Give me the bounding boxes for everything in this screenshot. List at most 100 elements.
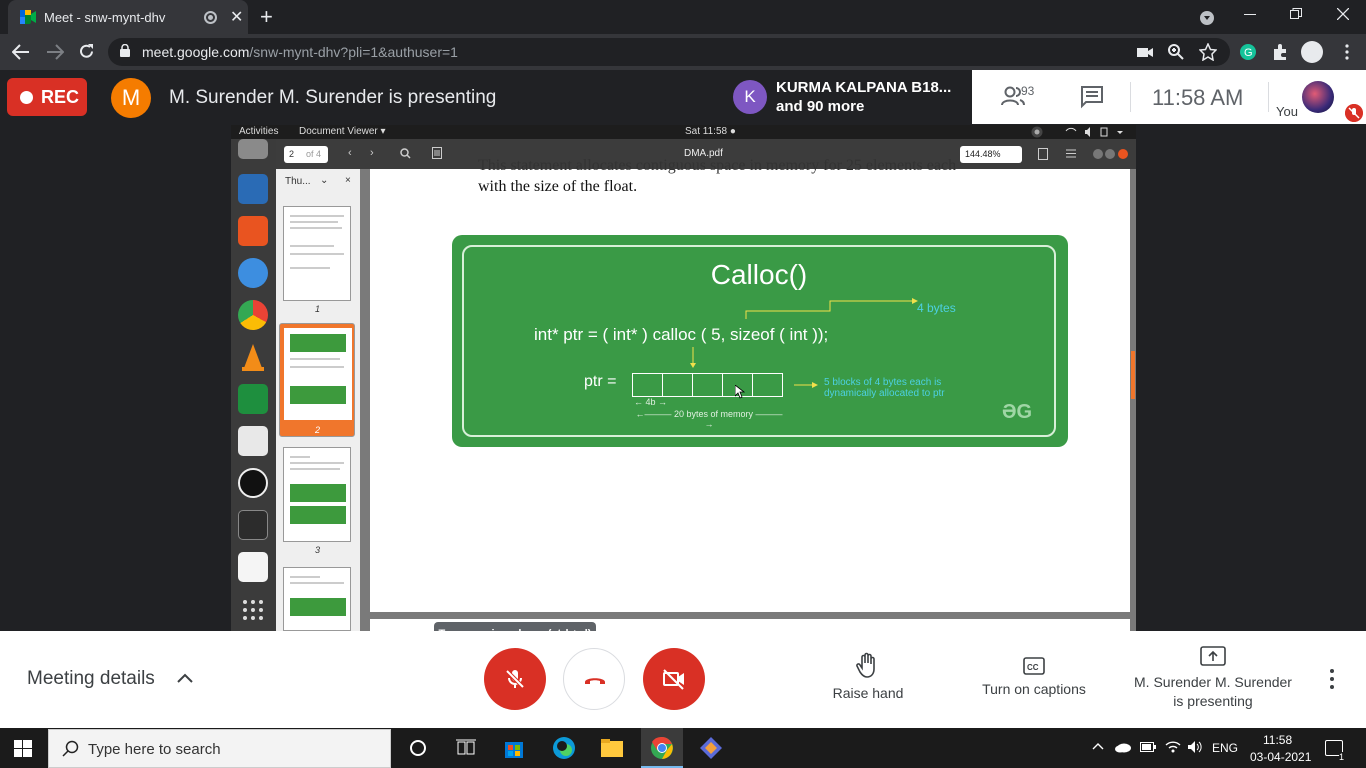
input-language[interactable]: ENG — [1212, 741, 1238, 755]
camera-blocked-icon[interactable] — [1136, 43, 1154, 61]
dock-show-apps-icon[interactable] — [238, 595, 268, 625]
allocation-note-line: 5 blocks of 4 bytes each is — [824, 377, 942, 388]
dock-software-center-icon[interactable] — [238, 216, 268, 246]
self-avatar[interactable] — [1302, 81, 1334, 113]
chevron-down-icon[interactable]: ⌄ — [320, 175, 328, 186]
tab-title: Meet - snw-mynt-dhv — [44, 10, 166, 25]
tab-close-button[interactable]: ✕ — [230, 7, 243, 27]
file-explorer-icon[interactable] — [598, 734, 626, 762]
page-text-line: with the size of the float. — [478, 178, 638, 195]
zoom-select[interactable]: 144.48% — [960, 146, 1022, 163]
system-date[interactable]: 03-04-2021 — [1250, 750, 1311, 764]
dock-text-editor-icon[interactable] — [238, 552, 268, 582]
browser-menu-icon[interactable] — [1338, 43, 1356, 61]
presenter-avatar: M — [111, 78, 151, 118]
browser-tab-meet[interactable]: Meet - snw-mynt-dhv ✕ — [8, 0, 248, 34]
dock-terminal-icon[interactable] — [238, 510, 268, 540]
ptr-label: ptr = — [584, 373, 617, 390]
snip-tool-icon[interactable] — [697, 734, 725, 762]
back-arrow-icon[interactable] — [12, 44, 30, 60]
reload-icon[interactable] — [78, 43, 95, 60]
dock-chrome-icon[interactable] — [238, 300, 268, 330]
volume-icon[interactable] — [1187, 740, 1203, 754]
dock-obs-icon[interactable] — [238, 468, 268, 498]
search-icon[interactable] — [400, 148, 411, 159]
windows-start-icon[interactable] — [14, 740, 32, 757]
people-count-badge: 93 — [1021, 84, 1035, 98]
participant-avatar: K — [733, 80, 767, 114]
search-icon — [62, 740, 79, 757]
save-icon[interactable] — [1038, 148, 1048, 160]
prev-page-icon[interactable]: ‹ — [348, 147, 352, 159]
next-page-icon[interactable]: › — [370, 147, 374, 159]
dock-app-icon[interactable] — [238, 139, 268, 159]
minimize-icon[interactable] — [1244, 14, 1256, 16]
microsoft-store-icon[interactable] — [500, 734, 528, 762]
self-mic-off-icon — [1345, 104, 1363, 122]
wifi-icon[interactable] — [1164, 740, 1182, 754]
document-view[interactable]: This statement allocates contiguous spac… — [360, 157, 1136, 631]
cortana-icon[interactable] — [404, 734, 432, 762]
present-screen-icon — [1200, 646, 1226, 666]
captions-button[interactable]: CC Turn on captions — [970, 657, 1098, 697]
more-options-icon[interactable] — [1330, 669, 1336, 691]
page-thumbnail-2-selected[interactable] — [279, 323, 355, 437]
close-sidebar-icon[interactable]: × — [345, 175, 351, 186]
thumbnail-dropdown[interactable]: Thu... — [285, 176, 311, 187]
chrome-taskbar-icon[interactable] — [648, 734, 676, 762]
raise-hand-button[interactable]: Raise hand — [820, 651, 916, 701]
page-thumbnail-1[interactable] — [283, 206, 351, 301]
window-close-icon[interactable] — [1337, 8, 1349, 20]
you-label: You — [1276, 104, 1298, 119]
task-view-icon[interactable] — [452, 734, 480, 762]
header-divider — [1130, 82, 1131, 112]
restore-icon[interactable] — [1290, 8, 1302, 20]
tray-chevron-up-icon[interactable] — [1092, 742, 1104, 750]
dock-vlc-icon[interactable] — [238, 342, 268, 372]
dock-help-icon[interactable] — [238, 258, 268, 288]
window-controls-icon[interactable] — [1092, 148, 1132, 160]
lock-icon[interactable] — [120, 44, 130, 57]
profile-avatar-icon[interactable] — [1301, 41, 1323, 63]
onedrive-icon[interactable] — [1114, 741, 1132, 753]
presentation-status-button[interactable]: M. Surender M. Surender is presenting — [1126, 646, 1300, 711]
captions-icon: CC — [1023, 657, 1045, 675]
system-tray-icon[interactable] — [1065, 127, 1125, 137]
recording-button[interactable]: REC — [7, 78, 87, 116]
app-menu[interactable]: Document Viewer ▾ — [299, 126, 386, 137]
page-count: of 4 — [306, 149, 322, 159]
url-host: meet.google.com — [142, 44, 250, 60]
new-tab-button[interactable]: + — [260, 4, 273, 30]
page-number-field[interactable]: 2 of 4 — [284, 146, 328, 163]
battery-icon[interactable] — [1140, 742, 1156, 752]
address-bar[interactable]: meet.google.com/snw-mynt-dhv?pli=1&authu… — [108, 38, 1230, 66]
page-thumbnail-3[interactable] — [283, 447, 351, 542]
edge-icon[interactable] — [550, 734, 578, 762]
zoom-icon[interactable] — [1167, 43, 1185, 61]
extensions-puzzle-icon[interactable] — [1271, 43, 1289, 61]
leave-call-button[interactable] — [563, 648, 625, 710]
camera-off-icon — [663, 669, 684, 690]
hamburger-menu-icon[interactable] — [1066, 149, 1076, 158]
microphone-toggle-button[interactable] — [484, 648, 546, 710]
taskbar-search-input[interactable]: Type here to search — [48, 729, 391, 768]
dock-document-viewer-icon[interactable] — [238, 426, 268, 456]
system-time[interactable]: 11:58 — [1263, 733, 1292, 747]
ubuntu-dock — [231, 139, 276, 631]
participant-tile[interactable]: K KURMA KALPANA B18... and 90 more — [723, 70, 971, 125]
scroll-indicator[interactable] — [1131, 351, 1135, 399]
grammarly-extension-icon[interactable]: G — [1239, 43, 1257, 61]
bookmark-star-icon[interactable] — [1199, 43, 1217, 61]
meet-favicon-icon — [20, 10, 36, 24]
annotate-icon[interactable] — [432, 147, 442, 159]
activities-button[interactable]: Activities — [239, 126, 278, 137]
meeting-details-button[interactable]: Meeting details — [27, 668, 155, 690]
chat-icon[interactable] — [1080, 85, 1104, 109]
dock-writer-icon[interactable] — [238, 174, 268, 204]
chevron-up-icon[interactable] — [176, 671, 194, 685]
page-thumbnail-4[interactable] — [283, 567, 351, 631]
forward-arrow-icon[interactable] — [46, 44, 64, 60]
dock-calc-icon[interactable] — [238, 384, 268, 414]
camera-toggle-button[interactable] — [643, 648, 705, 710]
profile-menu-icon[interactable] — [1199, 10, 1215, 26]
